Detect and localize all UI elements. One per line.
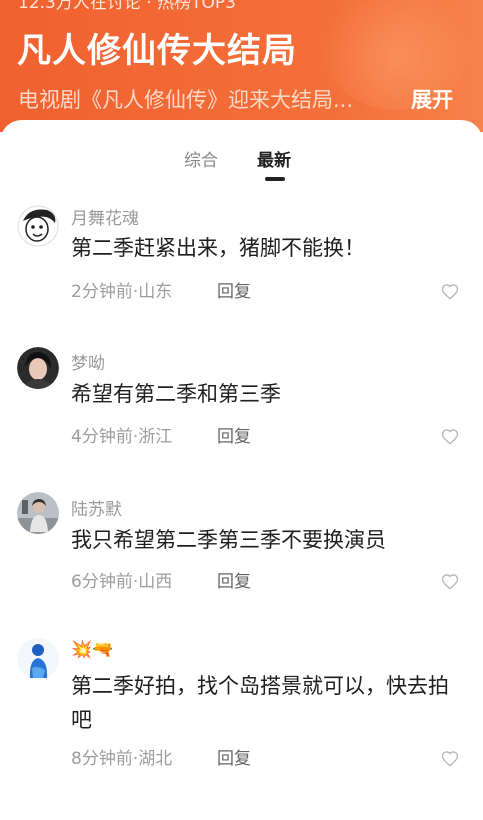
active-tab-indicator xyxy=(265,177,285,181)
comment-time-location: 8分钟前·湖北 xyxy=(71,749,173,769)
comment-time-location: 2分钟前·山东 xyxy=(71,282,173,302)
reply-button[interactable]: 回复 xyxy=(217,277,251,302)
comment-tabs: 综合 最新 xyxy=(0,146,483,186)
comment-username[interactable]: 梦呦 xyxy=(71,349,105,374)
heart-icon[interactable] xyxy=(441,428,459,446)
topic-title: 凡人修仙传大结局 xyxy=(17,31,297,71)
tab-latest[interactable]: 最新 xyxy=(257,146,291,171)
heart-icon[interactable] xyxy=(441,750,459,768)
heart-icon[interactable] xyxy=(441,573,459,591)
reply-button[interactable]: 回复 xyxy=(217,744,251,769)
topic-description: 电视剧《凡人修仙传》迎来大结局... xyxy=(18,88,354,112)
comment-text: 第二季好拍，找个岛搭景就可以，快去拍吧 xyxy=(71,674,449,732)
comment-text: 我只希望第二季第三季不要换演员 xyxy=(71,528,386,552)
comment-username[interactable]: 月舞花魂 xyxy=(71,204,139,229)
blue-figure-avatar-icon[interactable] xyxy=(17,638,59,680)
comment-time-location: 6分钟前·山西 xyxy=(71,572,173,592)
expand-button[interactable]: 展开 xyxy=(411,84,453,114)
reply-button[interactable]: 回复 xyxy=(217,422,251,447)
heart-icon[interactable] xyxy=(441,283,459,301)
reply-button[interactable]: 回复 xyxy=(217,567,251,592)
topic-stats: 12.3万人在讨论 · 热榜TOP3 xyxy=(18,0,236,13)
cartoon-face-avatar-icon[interactable] xyxy=(17,205,59,247)
comment-text: 希望有第二季和第三季 xyxy=(71,382,281,406)
comment-username[interactable]: 陆苏默 xyxy=(71,495,122,520)
comment-text: 第二季赶紧出来，猪脚不能换！ xyxy=(71,236,365,260)
person-photo-avatar-icon[interactable] xyxy=(17,492,59,534)
comment-time-location: 4分钟前·浙江 xyxy=(71,427,173,447)
tab-general[interactable]: 综合 xyxy=(184,146,218,171)
woman-photo-avatar-icon[interactable] xyxy=(17,347,59,389)
topic-header: 12.3万人在讨论 · 热榜TOP3 凡人修仙传大结局 电视剧《凡人修仙传》迎来… xyxy=(0,0,483,132)
comment-username[interactable]: 💥🔫 xyxy=(71,640,113,660)
